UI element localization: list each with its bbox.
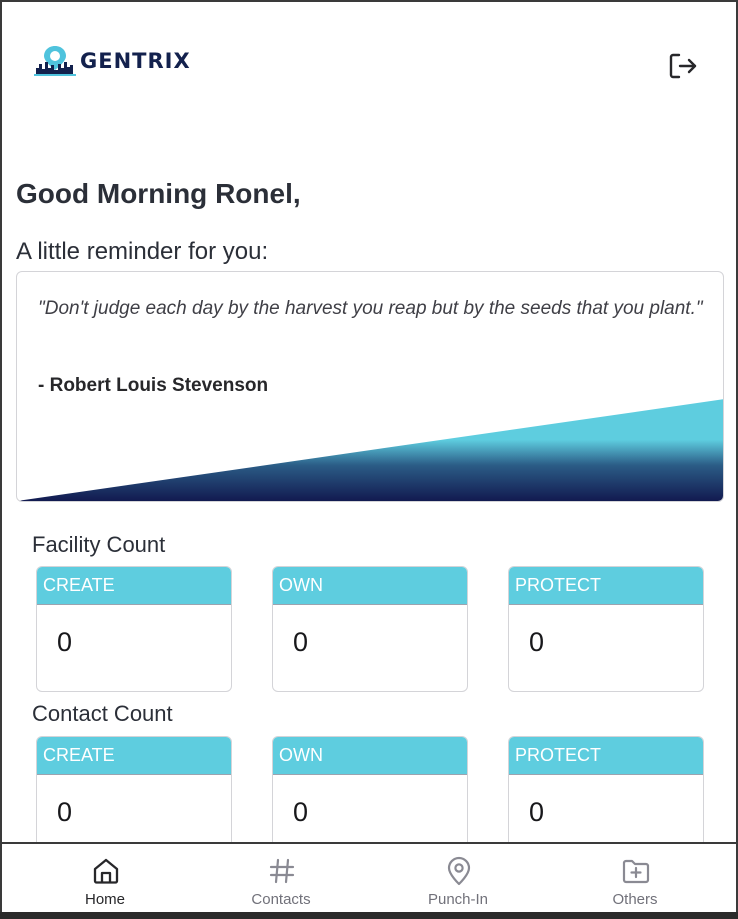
brand-logo[interactable]: GENTRIX [34, 44, 191, 78]
card-label: PROTECT [509, 567, 703, 605]
home-icon [93, 858, 119, 884]
nav-label: Home [84, 891, 125, 908]
logout-icon [669, 53, 697, 79]
nav-label: Punch-In [427, 891, 489, 908]
facility-count-title: Facility Count [32, 532, 166, 557]
nav-item-punch-in[interactable]: Punch-In [398, 844, 518, 914]
card-value: 0 [529, 627, 545, 657]
reminder-title: A little reminder for you: [16, 238, 269, 265]
nav-item-contacts[interactable]: Contacts [221, 844, 341, 914]
window-bottom-edge [0, 912, 738, 919]
card-value: 0 [293, 627, 309, 657]
app-screen: GENTRIX Good Morning Ronel, A little rem… [0, 0, 738, 919]
contact-count-title: Contact Count [32, 701, 173, 726]
quote-text: "Don't judge each day by the harvest you… [38, 298, 703, 319]
card-value: 0 [57, 627, 73, 657]
quote-author: - Robert Louis Stevenson [38, 375, 269, 396]
folder-plus-icon [622, 859, 650, 884]
facility-protect-card[interactable]: PROTECT 0 [508, 566, 704, 692]
location-pin-skyline-icon [34, 46, 76, 76]
nav-label: Others [612, 891, 658, 908]
brand-name: GENTRIX [80, 49, 191, 73]
nav-item-others[interactable]: Others [575, 844, 695, 914]
map-pin-icon [447, 856, 471, 886]
card-value: 0 [293, 797, 309, 827]
facility-own-card[interactable]: OWN 0 [272, 566, 468, 692]
nav-item-home[interactable]: Home [45, 844, 165, 914]
card-label: PROTECT [509, 737, 703, 775]
hash-icon [269, 858, 295, 884]
bottom-nav: Home Contacts Punch-In Others [2, 842, 736, 914]
nav-label: Contacts [251, 891, 311, 908]
logout-button[interactable] [666, 50, 700, 82]
decorative-wave [17, 399, 723, 501]
app-header: GENTRIX [2, 2, 736, 122]
greeting-heading: Good Morning Ronel, [16, 178, 301, 209]
quote-card: "Don't judge each day by the harvest you… [16, 271, 724, 502]
card-label: CREATE [37, 567, 231, 605]
card-label: CREATE [37, 737, 231, 775]
facility-create-card[interactable]: CREATE 0 [36, 566, 232, 692]
card-label: OWN [273, 567, 467, 605]
card-value: 0 [529, 797, 545, 827]
card-value: 0 [57, 797, 73, 827]
card-label: OWN [273, 737, 467, 775]
